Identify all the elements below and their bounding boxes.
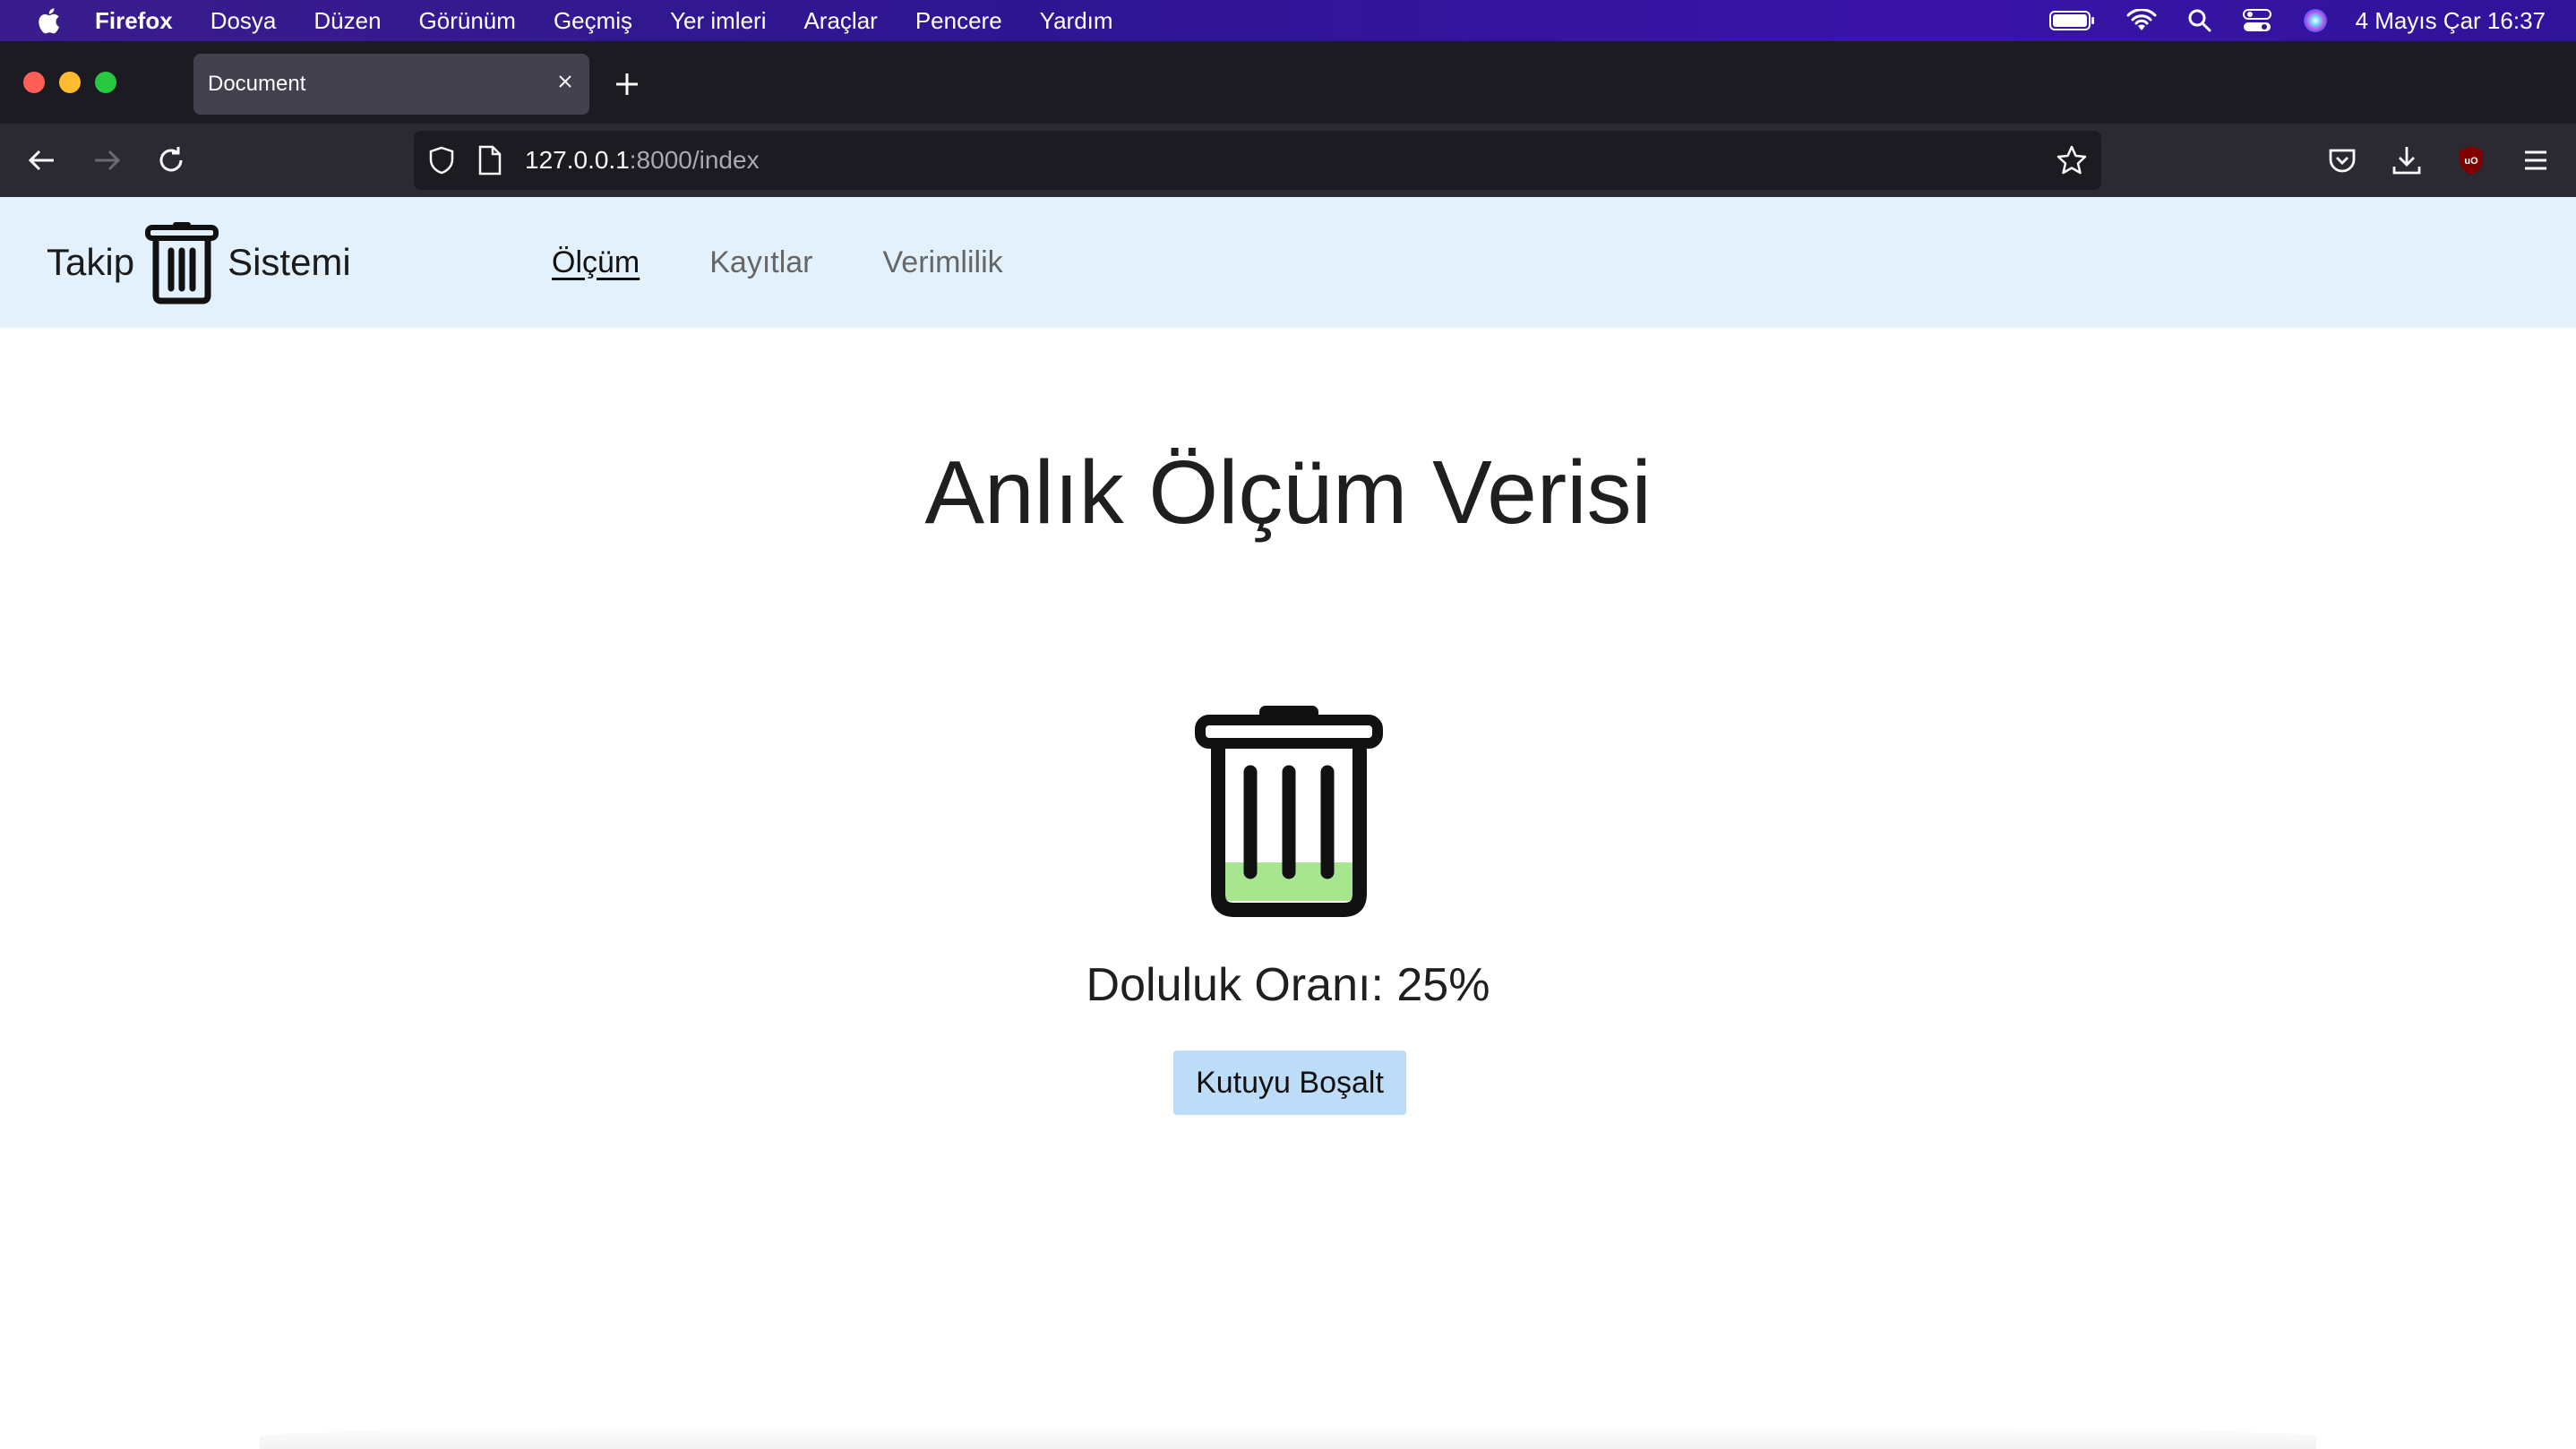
bookmark-star-icon[interactable] <box>2055 143 2089 177</box>
menu-yardim[interactable]: Yardım <box>1040 7 1113 35</box>
site-brand[interactable]: Takip Sistemi <box>47 220 351 304</box>
tab-title: Document <box>208 72 306 96</box>
nav-link-kayitlar[interactable]: Kayıtlar <box>709 245 812 280</box>
back-arrow-icon[interactable] <box>25 143 59 177</box>
downloads-icon[interactable] <box>2390 143 2424 177</box>
tracking-protection-shield-icon[interactable] <box>426 145 457 176</box>
nav-link-verimlilik[interactable]: Verimlilik <box>883 245 1003 280</box>
new-tab-icon[interactable] <box>611 68 643 100</box>
fill-ratio-label: Doluluk Oranı: 25% <box>1086 959 1490 1011</box>
siri-icon[interactable] <box>2302 7 2329 34</box>
page-info-icon[interactable] <box>477 145 503 176</box>
pocket-icon[interactable] <box>2325 143 2359 177</box>
macos-menubar: Firefox Dosya Düzen Görünüm Geçmiş Yer i… <box>0 0 2576 41</box>
brand-text-left: Takip <box>47 241 135 283</box>
url-path: :8000/index <box>629 146 760 174</box>
svg-text:uO: uO <box>2464 156 2478 167</box>
page-title: Anlık Ölçüm Verisi <box>924 442 1652 543</box>
browser-toolbar: 127.0.0.1:8000/index uO <box>0 124 2576 197</box>
window-zoom-button[interactable] <box>95 72 116 93</box>
browser-tab[interactable]: Document <box>193 54 589 115</box>
control-center-icon[interactable] <box>2242 9 2271 32</box>
brand-text-right: Sistemi <box>228 241 351 283</box>
menubar-clock[interactable]: 4 Mayıs Çar 16:37 <box>2356 7 2546 35</box>
ublock-origin-icon[interactable]: uO <box>2454 143 2488 177</box>
url-text[interactable]: 127.0.0.1:8000/index <box>525 146 760 175</box>
site-nav: Ölçüm Kayıtlar Verimlilik <box>552 197 1073 328</box>
menu-gorunum[interactable]: Görünüm <box>419 7 516 35</box>
empty-bin-button[interactable]: Kutuyu Boşalt <box>1173 1050 1406 1115</box>
menu-app-firefox[interactable]: Firefox <box>95 7 173 35</box>
menu-duzen[interactable]: Düzen <box>313 7 381 35</box>
spotlight-search-icon[interactable] <box>2187 8 2212 33</box>
nav-link-olcum[interactable]: Ölçüm <box>552 245 640 280</box>
hamburger-menu-icon[interactable] <box>2519 143 2553 177</box>
trash-bin-logo-icon <box>145 222 219 304</box>
menu-yer-imleri[interactable]: Yer imleri <box>670 7 766 35</box>
menu-dosya[interactable]: Dosya <box>210 7 277 35</box>
battery-icon[interactable] <box>2048 10 2096 31</box>
window-close-button[interactable] <box>23 72 45 93</box>
menu-pencere[interactable]: Pencere <box>915 7 1002 35</box>
forward-arrow-icon[interactable] <box>90 143 124 177</box>
apple-icon[interactable] <box>34 5 61 36</box>
wifi-icon[interactable] <box>2126 9 2157 32</box>
address-bar[interactable]: 127.0.0.1:8000/index <box>414 131 2101 190</box>
menu-araclar[interactable]: Araçlar <box>803 7 877 35</box>
tab-close-icon[interactable] <box>552 68 579 95</box>
url-host: 127.0.0.1 <box>525 146 630 174</box>
site-header: Takip Sistemi Ölçüm Kayıtlar Verimlilik <box>0 197 2576 328</box>
reload-icon[interactable] <box>154 143 188 177</box>
window-minimize-button[interactable] <box>59 72 81 93</box>
footer-shadow <box>260 1424 2316 1449</box>
menu-gecmis[interactable]: Geçmiş <box>554 7 632 35</box>
trash-bin-fill-gauge <box>1195 706 1383 917</box>
